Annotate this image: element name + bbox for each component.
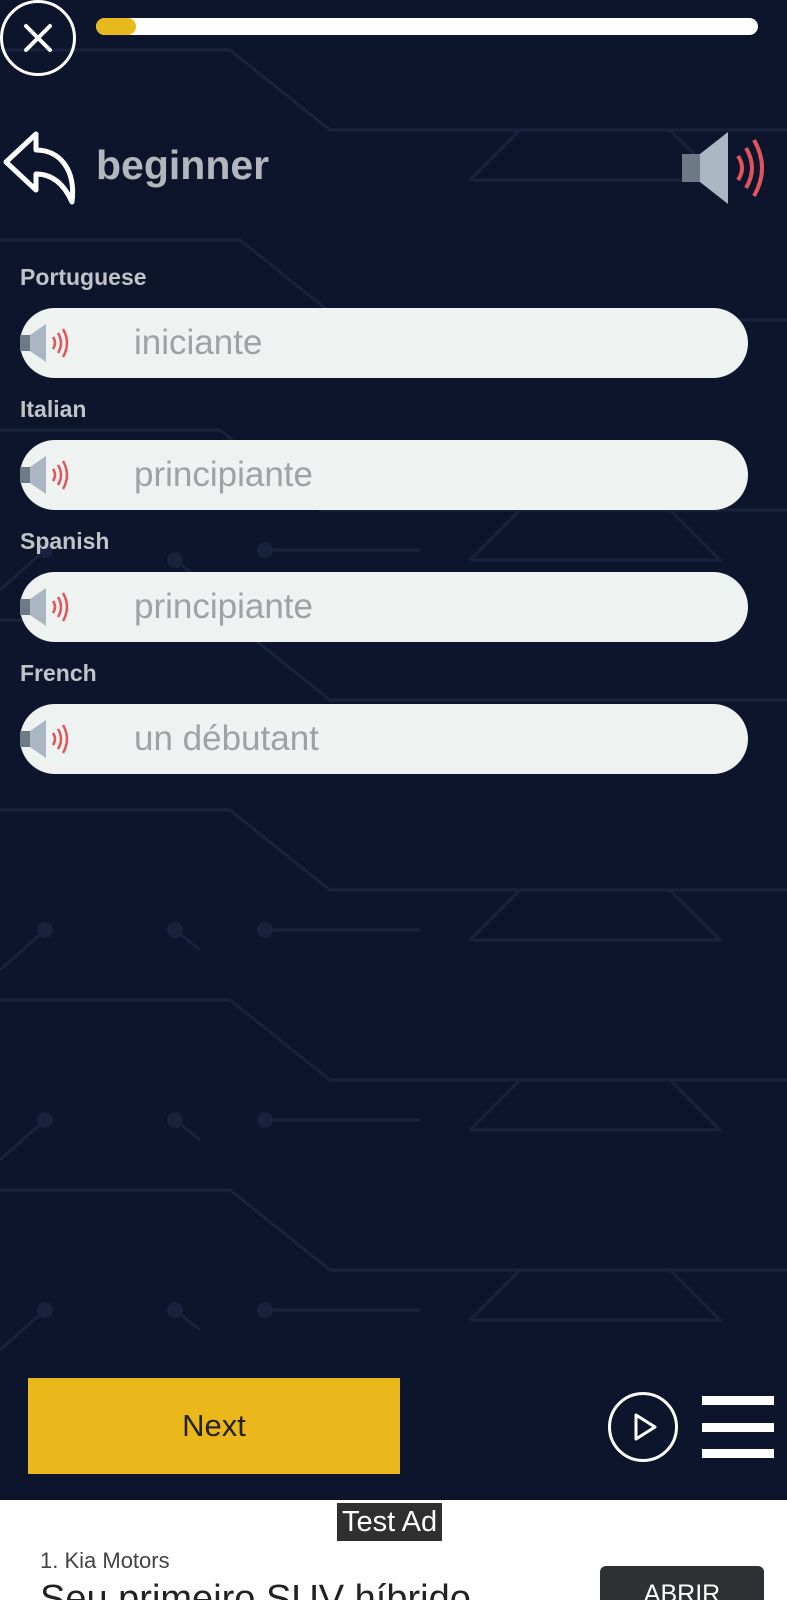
close-button[interactable] bbox=[0, 0, 76, 76]
play-button[interactable] bbox=[608, 1392, 678, 1462]
language-label-italian: Italian bbox=[20, 396, 87, 422]
ad-open-button[interactable]: ABRIR bbox=[600, 1566, 764, 1600]
language-label-french: French bbox=[20, 660, 97, 686]
ad-banner[interactable]: Test Ad 1. Kia Motors Seu primeiro SUV h… bbox=[0, 1500, 787, 1600]
language-label-spanish: Spanish bbox=[20, 528, 110, 554]
speaker-icon[interactable] bbox=[20, 717, 78, 761]
lesson-progress-bar bbox=[96, 18, 758, 35]
ad-headline: Seu primeiro SUV híbrido bbox=[40, 1578, 471, 1600]
lesson-progress-fill bbox=[96, 18, 136, 35]
language-label-portuguese: Portuguese bbox=[20, 264, 147, 290]
translation-text: un débutant bbox=[134, 719, 319, 758]
ad-sponsor: 1. Kia Motors bbox=[40, 1548, 170, 1573]
play-word-audio-button[interactable] bbox=[680, 130, 770, 206]
back-arrow-icon bbox=[3, 131, 76, 205]
translation-row-spanish: principiante bbox=[20, 572, 748, 642]
menu-icon bbox=[702, 1422, 774, 1432]
menu-icon bbox=[702, 1396, 774, 1405]
translation-text: principiante bbox=[134, 587, 313, 626]
translation-row-french: un débutant bbox=[20, 704, 748, 774]
translation-text: principiante bbox=[134, 455, 313, 494]
back-button[interactable] bbox=[0, 126, 80, 208]
menu-button[interactable] bbox=[702, 1396, 774, 1458]
speaker-icon[interactable] bbox=[20, 321, 78, 365]
translation-text: iniciante bbox=[134, 323, 263, 362]
next-button[interactable]: Next bbox=[28, 1378, 400, 1474]
menu-icon bbox=[702, 1449, 774, 1458]
translation-row-portuguese: iniciante bbox=[20, 308, 748, 378]
translation-row-italian: principiante bbox=[20, 440, 748, 510]
speaker-icon bbox=[682, 132, 764, 204]
speaker-icon[interactable] bbox=[20, 585, 78, 629]
close-icon bbox=[24, 24, 52, 52]
word-title: beginner bbox=[96, 142, 270, 188]
speaker-icon[interactable] bbox=[20, 453, 78, 497]
ad-label: Test Ad bbox=[337, 1503, 443, 1541]
play-icon bbox=[634, 1413, 657, 1441]
